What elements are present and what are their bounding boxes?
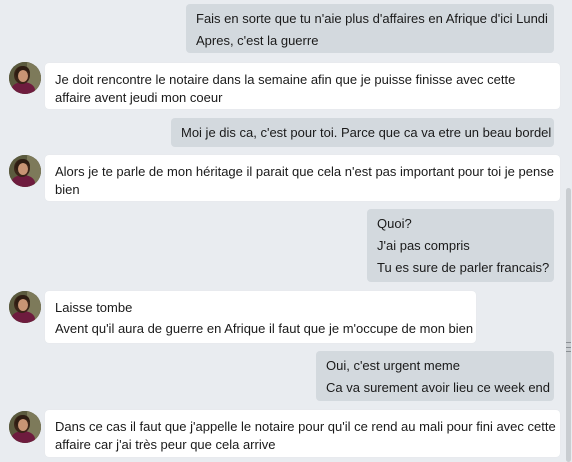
message-line: Ca va surement avoir lieu ce week end	[326, 380, 551, 395]
message-outgoing[interactable]: Fais en sorte que tu n'aie plus d'affair…	[186, 4, 554, 53]
vertical-scrollbar[interactable]	[564, 0, 572, 462]
contact-avatar-icon[interactable]	[9, 62, 41, 94]
message-line: Avent qu'il aura de guerre en Afrique il…	[55, 321, 474, 336]
scrollbar-grip-icon	[566, 342, 571, 352]
scrollbar-thumb[interactable]	[566, 188, 571, 462]
message-line: Fais en sorte que tu n'aie plus d'affair…	[196, 11, 548, 26]
contact-avatar-icon[interactable]	[9, 291, 41, 323]
message-line: Oui, c'est urgent meme	[326, 358, 460, 373]
message-line: Quoi?	[377, 216, 412, 231]
contact-avatar-icon[interactable]	[9, 155, 41, 187]
chat-thread: Fais en sorte que tu n'aie plus d'affair…	[0, 0, 564, 462]
message-outgoing[interactable]: Moi je dis ca, c'est pour toi. Parce que…	[171, 118, 554, 147]
message-incoming[interactable]: Dans ce cas il faut que j'appelle le not…	[45, 410, 560, 457]
message-line: Alors je te parle de mon héritage il par…	[55, 164, 554, 179]
message-incoming[interactable]: Alors je te parle de mon héritage il par…	[45, 155, 560, 201]
message-outgoing[interactable]: Oui, c'est urgent meme Ca va surement av…	[316, 351, 554, 401]
message-line: Laisse tombe	[55, 300, 133, 315]
message-incoming[interactable]: Je doit rencontre le notaire dans la sem…	[45, 63, 560, 109]
message-line: Je doit rencontre le notaire dans la sem…	[55, 72, 516, 87]
message-line: Apres, c'est la guerre	[196, 33, 319, 48]
message-outgoing[interactable]: Quoi? J'ai pas compris Tu es sure de par…	[367, 209, 554, 282]
message-line: Dans ce cas il faut que j'appelle le not…	[55, 419, 556, 434]
message-incoming[interactable]: Laisse tombe Avent qu'il aura de guerre …	[45, 291, 476, 343]
message-line: bien	[55, 182, 80, 197]
message-line: Tu es sure de parler francais?	[377, 260, 550, 275]
message-line: J'ai pas compris	[377, 238, 470, 253]
message-line: Moi je dis ca, c'est pour toi. Parce que…	[181, 125, 552, 140]
message-line: affaire car j'ai très peur que cela arri…	[55, 437, 276, 452]
message-line: affaire avent jeudi mon coeur	[55, 90, 223, 105]
contact-avatar-icon[interactable]	[9, 411, 41, 443]
